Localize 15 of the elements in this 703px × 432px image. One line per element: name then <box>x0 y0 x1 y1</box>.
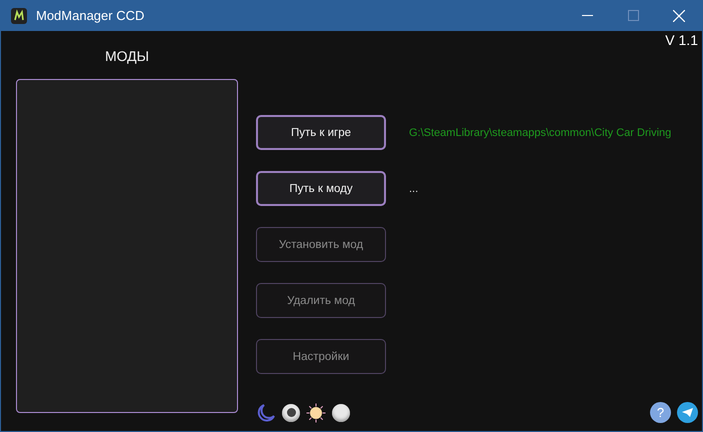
theme-radio[interactable] <box>282 404 300 422</box>
theme-radio[interactable] <box>332 404 350 422</box>
path-label: G:\SteamLibrary\steamapps\common\City Car Driving <box>409 126 672 138</box>
path-label: ... <box>409 182 418 194</box>
sun-icon <box>306 402 326 422</box>
action-button[interactable]: Путь к моду <box>256 171 386 206</box>
minimize-icon[interactable] <box>582 15 592 16</box>
app-logo-icon <box>11 8 27 24</box>
moon-icon <box>256 402 276 422</box>
version-label: V 1.1 <box>665 32 698 48</box>
action-button[interactable]: Путь к игре <box>256 115 386 150</box>
mods-title: МОДЫ <box>104 48 150 66</box>
window-title: ModManager CCD <box>36 8 146 23</box>
telegram-icon[interactable] <box>677 402 698 423</box>
close-icon[interactable] <box>673 10 685 22</box>
